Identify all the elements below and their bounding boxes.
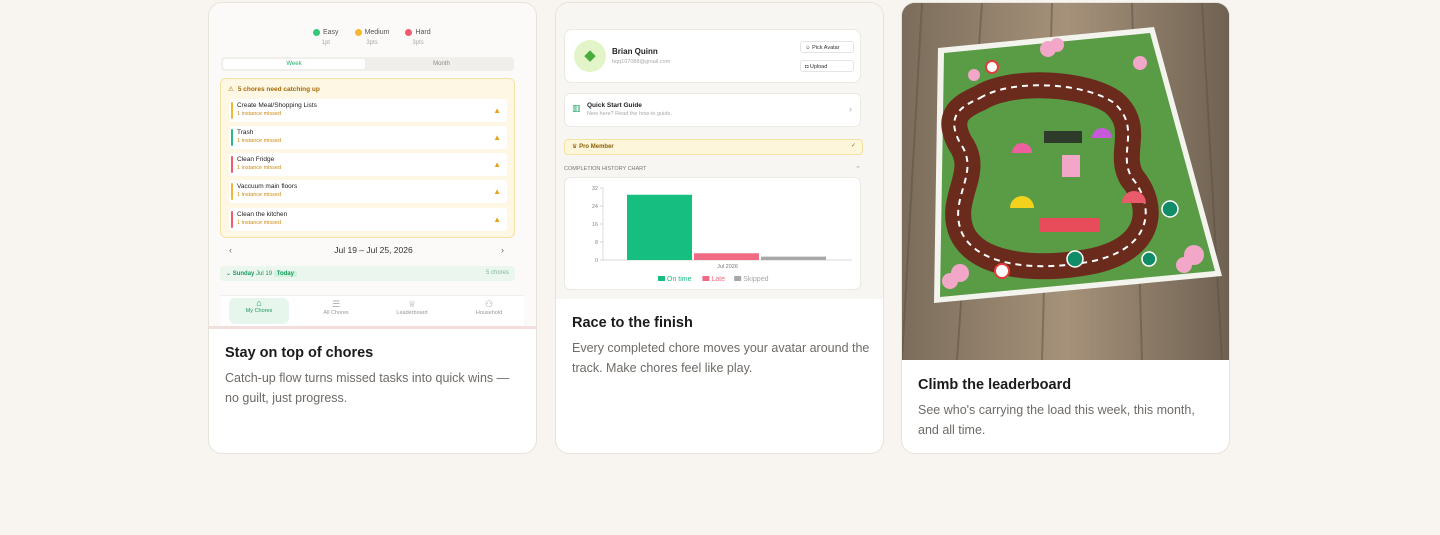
segment-month[interactable]: Month bbox=[371, 59, 512, 69]
check-icon: ✓ bbox=[850, 143, 856, 149]
warning-icon: ▲ bbox=[493, 215, 501, 224]
y-tick-label: 0 bbox=[595, 258, 598, 264]
card-description: See who's carrying the load this week, t… bbox=[918, 403, 1195, 437]
feature-card-chores: Easy 1pt Medium 3pts Hard 3pts Week Mont… bbox=[208, 2, 537, 454]
profile-card: ◆ Brian Quinn bqq107088@gmail.com ☺ Pick… bbox=[564, 29, 861, 83]
catch-up-panel: ⚠ 5 chores need catching up Create Meal/… bbox=[220, 78, 515, 238]
bar-late bbox=[694, 253, 759, 260]
avatar: ◆ bbox=[574, 40, 606, 72]
bottom-tab-bar: ⌂ My Chores ☰ All Chores ♕ Leaderboard ⚇… bbox=[221, 295, 524, 326]
legend-label: Skipped bbox=[743, 276, 768, 283]
chore-row[interactable]: Clean Fridge 1 instance missed ▲ bbox=[229, 153, 507, 176]
warning-icon: ▲ bbox=[493, 160, 501, 169]
legend-swatch bbox=[702, 276, 710, 281]
tab-all-chores[interactable]: ☰ All Chores bbox=[306, 299, 366, 316]
chore-row[interactable]: Trash 1 instance missed ▲ bbox=[229, 126, 507, 149]
completion-history-chart: 0 8 16 24 32 Jul 2026 On time Late Skipped bbox=[592, 186, 852, 283]
card-description: Catch-up flow turns missed tasks into qu… bbox=[225, 371, 510, 405]
profile-email: bqq107088@gmail.com bbox=[612, 59, 671, 65]
chores-screenshot: Easy 1pt Medium 3pts Hard 3pts Week Mont… bbox=[209, 3, 536, 329]
profile-name: Brian Quinn bbox=[612, 47, 658, 56]
upload-button[interactable]: ◘ Upload bbox=[800, 60, 854, 72]
card-title: Race to the finish bbox=[572, 315, 693, 331]
warning-icon: ▲ bbox=[493, 133, 501, 142]
feature-card-leaderboard: Climb the leaderboard See who's carrying… bbox=[901, 2, 1230, 454]
race-track-board-illustration bbox=[902, 3, 1229, 360]
catch-up-header: ⚠ 5 chores need catching up bbox=[228, 85, 320, 94]
y-tick-label: 8 bbox=[595, 240, 598, 246]
day-header[interactable]: ⌄ Sunday Jul 19 Today 5 chores bbox=[220, 266, 515, 281]
card-title: Stay on top of chores bbox=[225, 345, 374, 361]
race-track-board-photo bbox=[902, 3, 1229, 360]
date-range: Jul 19 – Jul 25, 2026 bbox=[334, 245, 413, 255]
y-tick-label: 32 bbox=[592, 186, 598, 192]
camera-icon: ◘ bbox=[805, 64, 809, 70]
card-title: Climb the leaderboard bbox=[918, 377, 1072, 393]
pro-member-badge: ♛ Pro Member ✓ bbox=[564, 139, 863, 155]
tab-leaderboard[interactable]: ♕ Leaderboard bbox=[382, 299, 442, 316]
legend-label: Late bbox=[711, 276, 725, 283]
legend-label: On time bbox=[667, 276, 692, 283]
tab-household[interactable]: ⚇ Household bbox=[459, 299, 519, 316]
chore-row[interactable]: Vaccuum main floors 1 instance missed ▲ bbox=[229, 180, 507, 203]
legend-swatch bbox=[658, 276, 665, 281]
completion-chart: 0 8 16 24 32 Jul 2026 On time Late Skipped bbox=[564, 177, 861, 290]
chart-section-header[interactable]: COMPLETION HISTORY CHART ⌃ bbox=[564, 166, 861, 173]
book-icon: ▥ bbox=[572, 103, 581, 113]
difficulty-legend: Easy 1pt Medium 3pts Hard 3pts bbox=[313, 29, 431, 46]
home-icon: ⌂ bbox=[256, 298, 262, 308]
chevron-right-icon[interactable]: › bbox=[501, 245, 504, 255]
y-tick-label: 24 bbox=[592, 204, 598, 210]
profile-screenshot: ◆ Brian Quinn bqq107088@gmail.com ☺ Pick… bbox=[556, 3, 883, 299]
legend-item-easy: Easy 1pt bbox=[313, 29, 339, 46]
bar-skipped bbox=[761, 256, 826, 260]
list-icon: ☰ bbox=[331, 299, 341, 309]
smile-icon: ☺ bbox=[805, 45, 811, 51]
trophy-icon: ♕ bbox=[407, 299, 417, 309]
tab-my-chores[interactable]: ⌂ My Chores bbox=[229, 298, 289, 324]
bar-on-time bbox=[627, 194, 692, 260]
segment-week[interactable]: Week bbox=[223, 59, 365, 69]
today-badge: Today bbox=[273, 271, 297, 277]
period-segmented-control[interactable]: Week Month bbox=[221, 57, 514, 71]
card-description: Every completed chore moves your avatar … bbox=[572, 341, 870, 375]
warning-icon: ▲ bbox=[493, 187, 501, 196]
y-tick-label: 16 bbox=[592, 222, 598, 228]
chevron-up-icon: ⌃ bbox=[855, 166, 861, 173]
x-tick-label: Jul 2026 bbox=[717, 264, 738, 270]
quick-start-guide-link[interactable]: ▥ Quick Start Guide New here? Read the h… bbox=[564, 93, 861, 127]
chore-row[interactable]: Clean the kitchen 1 instance missed ▲ bbox=[229, 208, 507, 231]
chevron-right-icon: › bbox=[849, 104, 852, 114]
warning-icon: ⚠ bbox=[228, 86, 234, 93]
legend-swatch bbox=[734, 276, 742, 281]
legend-item-medium: Medium 3pts bbox=[354, 29, 389, 46]
users-icon: ⚇ bbox=[484, 299, 494, 309]
legend-item-hard: Hard 3pts bbox=[405, 29, 431, 46]
feature-card-race: ◆ Brian Quinn bqq107088@gmail.com ☺ Pick… bbox=[555, 2, 884, 454]
chore-row[interactable]: Create Meal/Shopping Lists 1 instance mi… bbox=[229, 99, 507, 122]
pick-avatar-button[interactable]: ☺ Pick Avatar bbox=[800, 41, 854, 53]
warning-icon: ▲ bbox=[493, 106, 501, 115]
crown-icon: ♛ bbox=[572, 144, 578, 150]
